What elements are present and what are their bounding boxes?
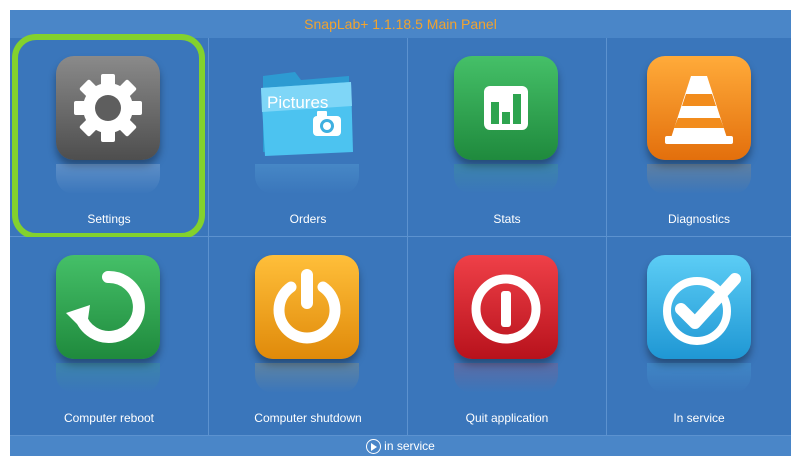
computer-reboot-label: Computer reboot	[63, 411, 155, 425]
tile-grid: Settings Pictures Orders Stats Diagnosti…	[10, 34, 791, 436]
icon-reflection	[454, 363, 558, 393]
icon-reflection	[454, 164, 558, 194]
icon-reflection	[647, 164, 751, 194]
settings-label: Settings	[87, 212, 131, 226]
status-bar: in service	[10, 436, 791, 456]
icon-reflection	[255, 363, 359, 393]
computer-reboot-tile[interactable]: Computer reboot	[10, 237, 209, 436]
reboot-icon	[56, 255, 160, 359]
stats-label: Stats	[493, 212, 521, 226]
in-service-tile[interactable]: In service	[607, 237, 791, 436]
icon-reflection	[647, 363, 751, 393]
main-panel-window: SnapLab+ 1.1.18.5 Main Panel Settings Pi…	[10, 10, 791, 456]
diagnostics-tile[interactable]: Diagnostics	[607, 38, 791, 237]
computer-shutdown-tile[interactable]: Computer shutdown	[209, 237, 408, 436]
orders-tile[interactable]: Pictures Orders	[209, 38, 408, 237]
diagnostics-label: Diagnostics	[667, 212, 731, 226]
icon-reflection	[56, 164, 160, 194]
in-service-label: In service	[673, 411, 725, 425]
svg-text:Pictures: Pictures	[267, 93, 328, 112]
pictures-folder-icon: Pictures	[255, 56, 359, 160]
quit-application-label: Quit application	[465, 411, 549, 425]
power-icon	[255, 255, 359, 359]
orders-label: Orders	[289, 212, 327, 226]
icon-reflection	[255, 164, 359, 194]
settings-tile[interactable]: Settings	[10, 34, 209, 239]
checkmark-icon	[647, 255, 751, 359]
gear-icon	[56, 56, 160, 160]
stats-tile[interactable]: Stats	[408, 38, 607, 237]
quit-icon	[454, 255, 558, 359]
play-circle-icon[interactable]	[366, 439, 382, 455]
status-text: in service	[384, 439, 435, 453]
window-title: SnapLab+ 1.1.18.5 Main Panel	[10, 10, 791, 38]
icon-reflection	[56, 363, 160, 393]
traffic-cone-icon	[647, 56, 751, 160]
quit-application-tile[interactable]: Quit application	[408, 237, 607, 436]
bar-chart-icon	[454, 56, 558, 160]
computer-shutdown-label: Computer shutdown	[254, 411, 362, 425]
